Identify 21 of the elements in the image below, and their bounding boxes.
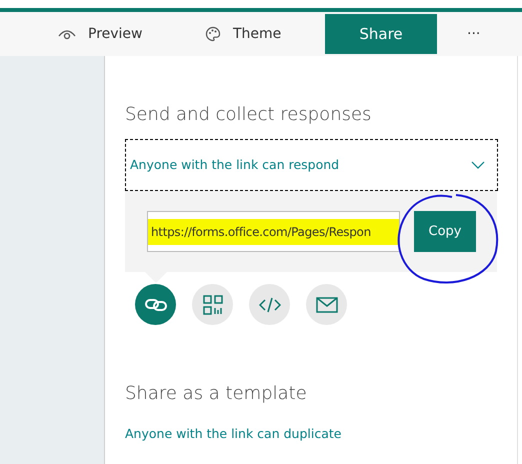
qr-code-option[interactable] [192, 284, 233, 325]
highlighted-link: https://forms.office.com/Pages/Respon [148, 218, 399, 244]
preview-tab[interactable]: Preview [58, 14, 168, 54]
code-icon [258, 296, 280, 312]
more-button[interactable]: ··· [467, 14, 497, 54]
email-option[interactable] [306, 284, 347, 325]
section-title: Send and collect responses [125, 103, 372, 127]
embed-option[interactable] [249, 284, 290, 325]
copy-button[interactable]: Copy [414, 211, 476, 252]
envelope-icon [316, 296, 338, 312]
eye-icon [58, 28, 76, 40]
chevron-down-icon [471, 161, 485, 169]
section-title: Share as a template [125, 382, 308, 406]
template-permission-link[interactable]: Anyone with the link can duplicate [125, 425, 497, 444]
palette-icon [205, 26, 221, 42]
link-field[interactable]: https://forms.office.com/Pages/Respon [147, 211, 400, 252]
link-option[interactable] [135, 284, 176, 325]
share-tab[interactable]: Share [325, 14, 437, 54]
theme-tab[interactable]: Theme [205, 14, 315, 54]
link-icon [144, 298, 166, 312]
qr-code-icon [202, 294, 222, 314]
